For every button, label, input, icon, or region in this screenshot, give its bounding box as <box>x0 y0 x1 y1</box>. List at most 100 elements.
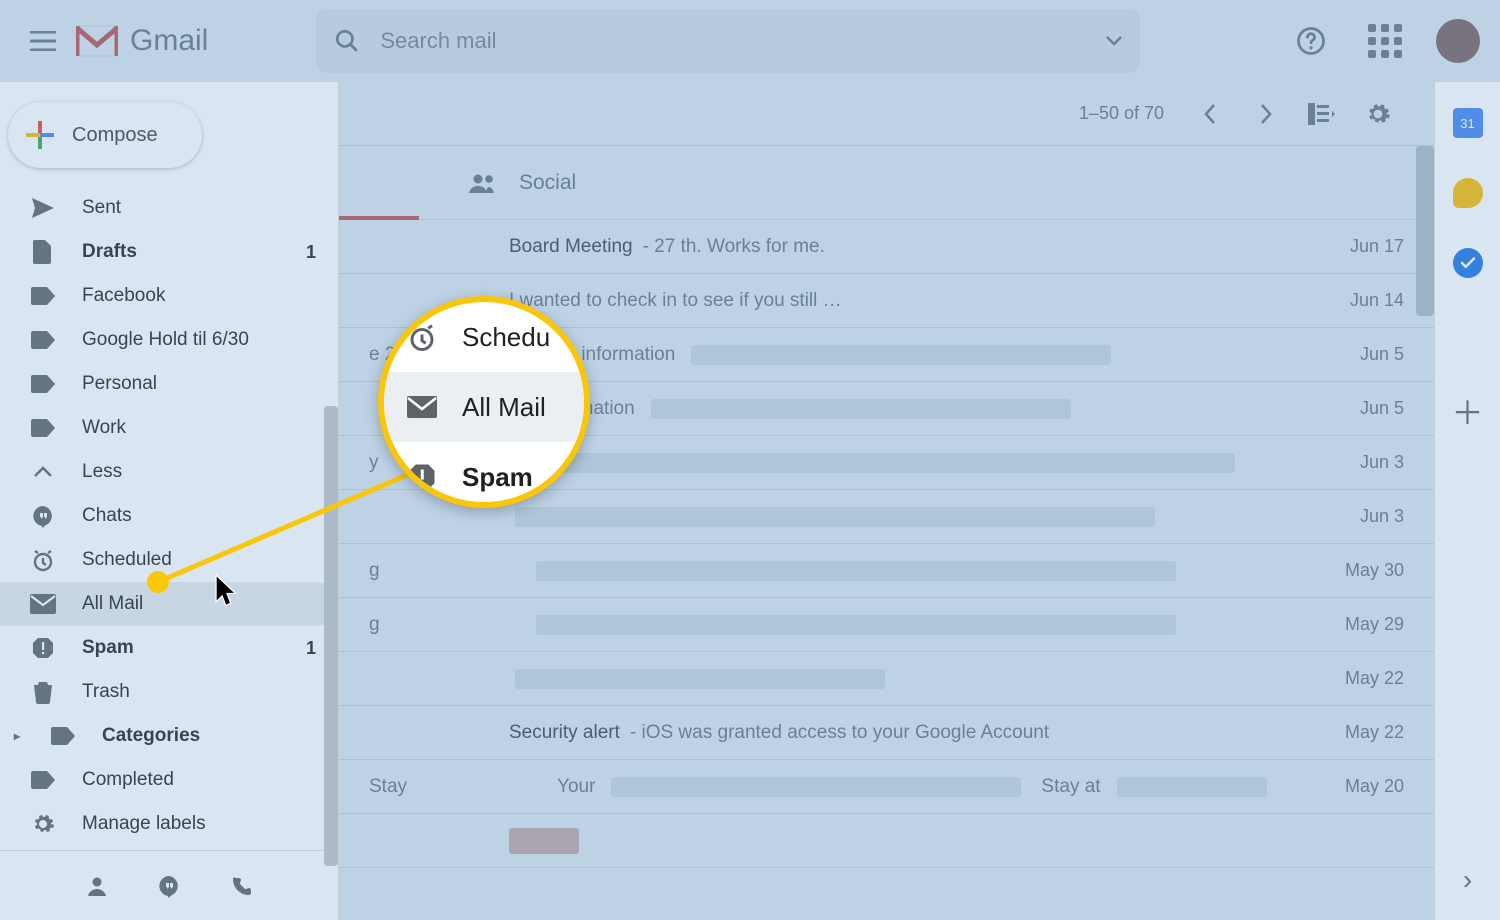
tab-social[interactable]: Social <box>449 146 596 219</box>
search-bar[interactable] <box>316 9 1140 73</box>
sidebar-item-label: Categories <box>102 725 200 747</box>
row-leading: y <box>369 452 379 474</box>
row-subject: Board Meeting <box>509 236 633 258</box>
sidebar-item-chats[interactable]: Chats <box>0 494 338 538</box>
row-blur <box>509 828 579 854</box>
row-snippet: act Information <box>509 398 635 420</box>
message-row[interactable]: Jun 3 <box>339 490 1434 544</box>
sidebar-item-trash[interactable]: Trash <box>0 670 338 714</box>
message-row[interactable]: y Jun 3 <box>339 436 1434 490</box>
sidebar-scrollbar[interactable] <box>324 406 338 866</box>
message-row[interactable]: act InformationJun 5 <box>339 382 1434 436</box>
hangouts-icon[interactable] <box>157 874 181 898</box>
message-row[interactable]: Security alert - iOS was granted access … <box>339 706 1434 760</box>
row-date: Jun 14 <box>1350 290 1404 311</box>
gear-icon <box>1365 101 1391 127</box>
sidebar-item-label: Scheduled <box>82 549 172 571</box>
support-button[interactable] <box>1288 18 1334 64</box>
main-menu-button[interactable] <box>20 18 66 64</box>
settings-button[interactable] <box>1356 92 1400 136</box>
message-row[interactable]: I wanted to check in to see if you still… <box>339 274 1434 328</box>
sidebar-item-label: Drafts <box>82 241 137 263</box>
row-blur <box>535 453 1235 473</box>
compose-label: Compose <box>72 124 158 147</box>
sidebar-item-count: 1 <box>306 638 316 659</box>
row-date: May 29 <box>1345 614 1404 635</box>
sidebar-item-less[interactable]: Less <box>0 450 338 494</box>
search-input[interactable] <box>378 27 1122 55</box>
row-snippet: Your <box>557 776 595 798</box>
row-date: Jun 3 <box>1360 506 1404 527</box>
person-icon[interactable] <box>85 874 109 898</box>
chat-icon <box>30 504 56 528</box>
row-blur <box>515 669 885 689</box>
row-snippet: - iOS was granted access to your Google … <box>630 722 1049 744</box>
row-leading: g <box>369 560 380 582</box>
calendar-addon[interactable]: 31 <box>1453 108 1483 138</box>
row-blur <box>536 615 1176 635</box>
phone-icon[interactable] <box>229 874 253 898</box>
sidebar-item-spam[interactable]: Spam 1 <box>0 626 338 670</box>
sidebar-item-label: Trash <box>82 681 130 703</box>
message-row[interactable]: Board Meeting - 27 th. Works for me.Jun … <box>339 220 1434 274</box>
sidebar-item-sent[interactable]: Sent <box>0 186 338 230</box>
sidebar-item-drafts[interactable]: Drafts 1 <box>0 230 338 274</box>
density-button[interactable] <box>1300 92 1344 136</box>
row-blur <box>536 561 1176 581</box>
sidebar-item-label: Completed <box>82 769 174 791</box>
side-panel-toggle[interactable]: › <box>1463 864 1472 896</box>
message-list: Board Meeting - 27 th. Works for me.Jun … <box>339 220 1434 920</box>
label-icon <box>30 419 56 437</box>
app-header: Gmail <box>0 0 1500 82</box>
message-row[interactable]: StayYourStay atMay 20 <box>339 760 1434 814</box>
sidebar-item-categories[interactable]: ▸Categories <box>0 714 338 758</box>
label-icon <box>30 375 56 393</box>
prev-page-button[interactable] <box>1188 92 1232 136</box>
message-row[interactable]: e 2tact informationJun 5 <box>339 328 1434 382</box>
search-options-icon[interactable] <box>1106 36 1122 46</box>
sidebar-item-label: Google Hold til 6/30 <box>82 329 249 351</box>
sidebar-item-completed[interactable]: Completed <box>0 758 338 802</box>
sidebar-item-google-hold-til-6-30[interactable]: Google Hold til 6/30 <box>0 318 338 362</box>
trash-icon <box>30 680 56 704</box>
tasks-addon[interactable] <box>1453 248 1483 278</box>
row-trailing: Stay at <box>1041 776 1100 798</box>
message-row[interactable]: gMay 30 <box>339 544 1434 598</box>
row-date: Jun 3 <box>1360 452 1404 473</box>
list-scrollbar[interactable] <box>1416 146 1434 316</box>
gmail-logo[interactable]: Gmail <box>76 24 208 58</box>
sidebar-item-all-mail[interactable]: All Mail <box>0 582 338 626</box>
sidebar: Compose Sent Drafts 1 Facebook Google Hold t… <box>0 82 338 920</box>
label-icon <box>30 287 56 305</box>
message-row[interactable]: May 22 <box>339 652 1434 706</box>
sidebar-item-personal[interactable]: Personal <box>0 362 338 406</box>
row-blur <box>1117 777 1267 797</box>
account-avatar[interactable] <box>1436 19 1480 63</box>
hangouts-footer <box>0 850 338 920</box>
sidebar-item-facebook[interactable]: Facebook <box>0 274 338 318</box>
keep-addon[interactable] <box>1453 178 1483 208</box>
sidebar-item-scheduled[interactable]: Scheduled <box>0 538 338 582</box>
row-blur <box>691 345 1111 365</box>
row-blur <box>651 399 1071 419</box>
pagination-label: 1–50 of 70 <box>1079 103 1164 124</box>
message-row[interactable] <box>339 814 1434 868</box>
schedule-icon <box>30 548 56 572</box>
sidebar-item-count: 1 <box>306 242 316 263</box>
message-row[interactable]: g May 29 <box>339 598 1434 652</box>
sidebar-item-label: Spam <box>82 637 134 659</box>
sidebar-item-manage-labels[interactable]: Manage labels <box>0 802 338 846</box>
get-addons-button[interactable]: ＋ <box>1451 388 1483 434</box>
plus-icon <box>26 121 54 149</box>
google-apps-button[interactable] <box>1362 18 1408 64</box>
next-page-button[interactable] <box>1244 92 1288 136</box>
sidebar-item-work[interactable]: Work <box>0 406 338 450</box>
row-date: Jun 5 <box>1360 344 1404 365</box>
row-date: May 22 <box>1345 722 1404 743</box>
row-leading: g <box>369 614 380 636</box>
folder-nav: Sent Drafts 1 Facebook Google Hold til 6/30 P… <box>0 186 338 850</box>
row-snippet: tact information <box>545 344 675 366</box>
row-blur <box>611 777 1021 797</box>
chevron-up-icon <box>30 466 56 478</box>
compose-button[interactable]: Compose <box>8 102 202 168</box>
